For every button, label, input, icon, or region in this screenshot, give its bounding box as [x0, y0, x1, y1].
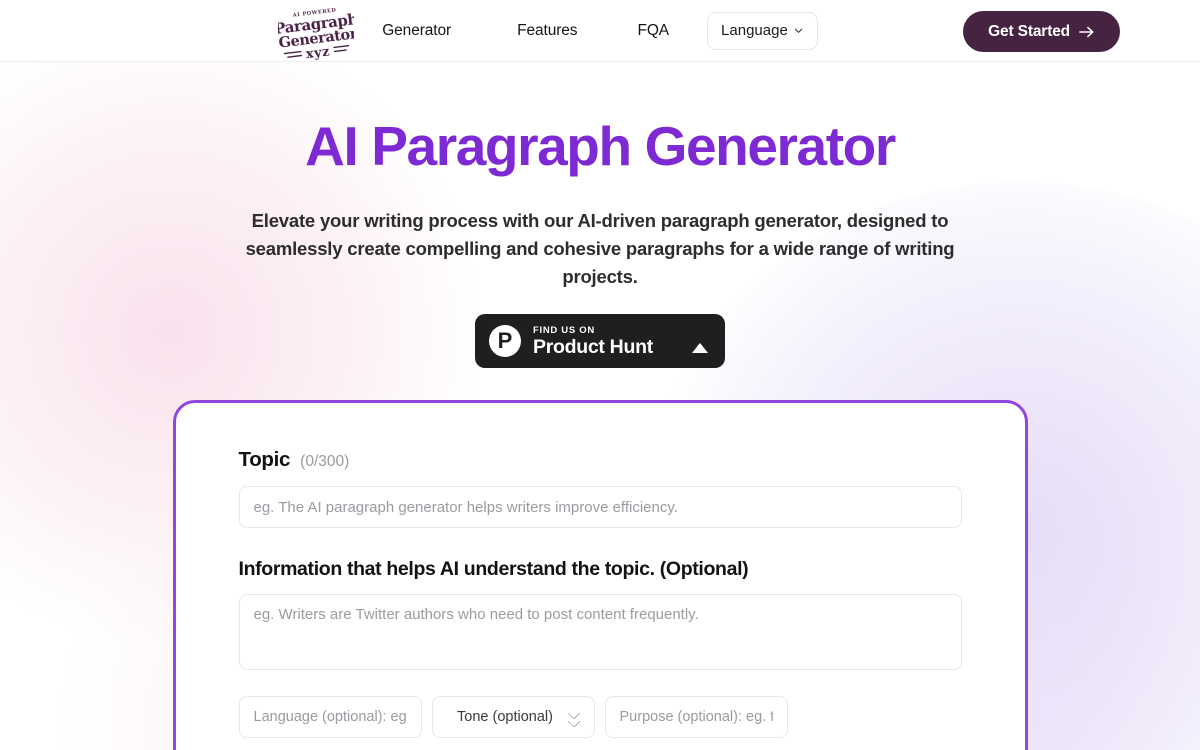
hero-section: AI Paragraph Generator Elevate your writ… — [0, 62, 1200, 368]
product-hunt-badge-wrapper: P FIND US ON Product Hunt 9 — [0, 314, 1200, 368]
topic-label: Topic — [238, 448, 291, 471]
product-hunt-text: FIND US ON Product Hunt — [533, 325, 680, 358]
topic-character-counter: (0/300) — [300, 453, 350, 470]
get-started-label: Get Started — [988, 22, 1070, 40]
language-selector-label: Language — [721, 22, 788, 39]
topic-label-row: Topic (0/300) — [239, 448, 962, 472]
purpose-input[interactable] — [604, 696, 788, 738]
nav-item-generator[interactable]: Generator — [382, 22, 451, 40]
language-input[interactable] — [238, 696, 422, 738]
nav-item-fqa[interactable]: FQA — [637, 22, 669, 40]
hero-subtitle: Elevate your writing process with our AI… — [245, 210, 955, 287]
product-hunt-upvote[interactable]: 9 — [692, 326, 710, 356]
product-hunt-logo-icon: P — [489, 325, 521, 357]
product-hunt-badge[interactable]: P FIND US ON Product Hunt 9 — [475, 314, 725, 368]
product-hunt-kicker: FIND US ON — [533, 324, 595, 336]
options-row: Tone (optional) — [238, 696, 962, 738]
get-started-button[interactable]: Get Started — [963, 11, 1120, 52]
generator-card: Topic (0/300) Information that helps AI … — [172, 400, 1028, 750]
tone-select[interactable]: Tone (optional) — [431, 696, 595, 738]
site-header: AI POWERED Paragraph Generator xyz Gener… — [0, 0, 1200, 62]
info-label: Information that helps AI understand the… — [238, 558, 749, 580]
info-textarea[interactable] — [238, 594, 962, 670]
product-hunt-name: Product Hunt — [533, 335, 653, 358]
main-content: AI Paragraph Generator Elevate your writ… — [0, 62, 1200, 750]
language-selector-button[interactable]: Language — [707, 11, 818, 50]
arrow-right-icon — [1079, 26, 1094, 37]
chevron-down-icon — [794, 28, 803, 33]
page-title: AI Paragraph Generator — [305, 115, 896, 177]
topic-input[interactable] — [238, 486, 962, 528]
nav-item-features[interactable]: Features — [517, 22, 577, 40]
